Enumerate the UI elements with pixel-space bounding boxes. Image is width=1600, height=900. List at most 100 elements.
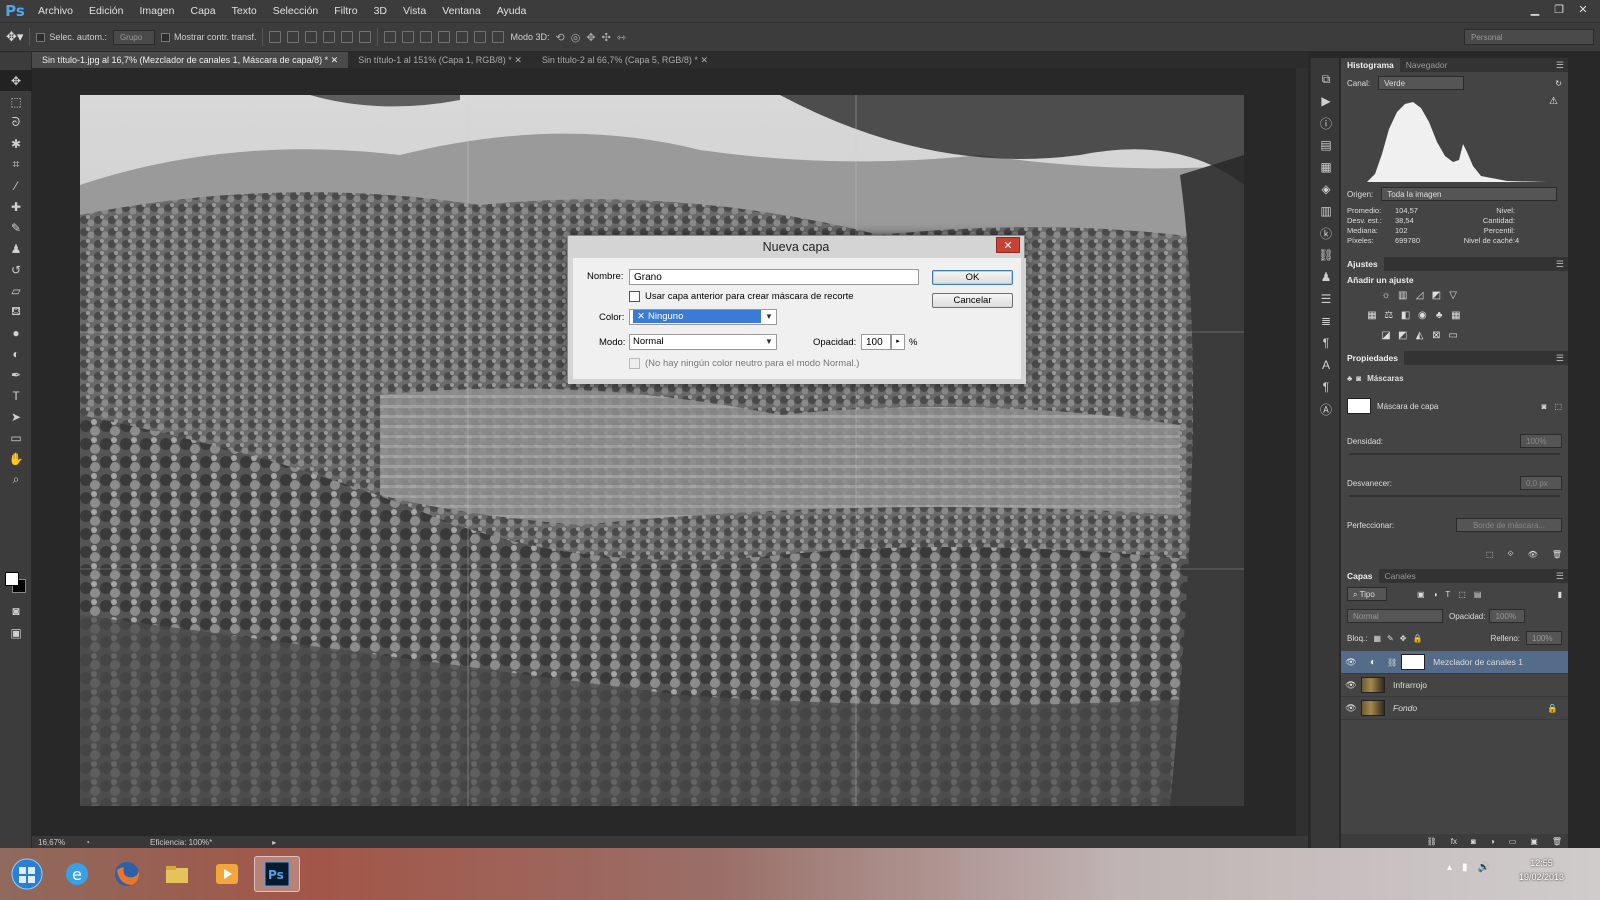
history-brush-tool-icon[interactable]: ↺ xyxy=(0,259,32,280)
clone-source-panel-icon[interactable]: ♟ xyxy=(1311,266,1341,288)
mode-dropdown[interactable]: Normal ▼ xyxy=(629,334,777,350)
filter-smart-object-icon[interactable]: ▤ xyxy=(1474,590,1482,599)
move-tool-icon[interactable]: ✥ xyxy=(0,70,32,91)
workspace-dropdown[interactable]: Personal xyxy=(1464,29,1594,45)
paragraph-panel-icon[interactable]: ¶ xyxy=(1311,332,1341,354)
distribute-hcenter-icon[interactable] xyxy=(456,31,469,43)
curves-icon[interactable]: ◿ xyxy=(1413,289,1427,301)
measurement-panel-icon[interactable]: ▥ xyxy=(1311,200,1341,222)
levels-icon[interactable]: ▥ xyxy=(1396,289,1410,301)
character-styles-panel-icon[interactable]: Ⓐ xyxy=(1311,398,1341,420)
notes-panel-icon[interactable]: ▤ xyxy=(1311,134,1341,156)
brightness-contrast-icon[interactable]: ☼ xyxy=(1379,289,1393,301)
posterize-icon[interactable]: ◩ xyxy=(1396,329,1410,341)
taskbar-clock[interactable]: 12:55 19/02/2013 xyxy=(1519,856,1564,884)
auto-select-checkbox[interactable] xyxy=(36,32,46,42)
dodge-tool-icon[interactable]: ◐ xyxy=(0,343,32,364)
healing-brush-tool-icon[interactable]: ✚ xyxy=(0,196,32,217)
restore-icon[interactable]: ❐ xyxy=(1548,0,1570,18)
align-bottom-icon[interactable] xyxy=(305,31,318,43)
history-panel-icon[interactable]: ⧉ xyxy=(1311,68,1341,90)
timeline-panel-icon[interactable]: ≣ xyxy=(1311,310,1341,332)
color-lookup-icon[interactable]: ▦ xyxy=(1449,309,1463,321)
close-tab-icon[interactable]: ✕ xyxy=(700,55,708,65)
lock-pixels-icon[interactable]: ✎ xyxy=(1387,634,1394,643)
vibrance-icon[interactable]: ▽ xyxy=(1446,289,1460,301)
menu-archivo[interactable]: Archivo xyxy=(30,0,81,22)
lock-transparent-icon[interactable]: ▦ xyxy=(1373,634,1381,643)
photo-filter-icon[interactable]: ◉ xyxy=(1415,309,1429,321)
tab-layers[interactable]: Capas xyxy=(1341,569,1379,583)
source-dropdown[interactable]: Toda la imagen xyxy=(1381,187,1558,201)
menu-seleccion[interactable]: Selección xyxy=(265,0,327,22)
fill-field[interactable]: 100% xyxy=(1526,631,1562,645)
distribute-top-icon[interactable] xyxy=(384,31,397,43)
canvas-scrollbar[interactable] xyxy=(1296,68,1308,836)
threshold-icon[interactable]: ◭ xyxy=(1413,329,1427,341)
tab-channels[interactable]: Canales xyxy=(1379,569,1422,583)
cancel-button[interactable]: Cancelar xyxy=(932,293,1013,308)
pen-tool-icon[interactable]: ✒ xyxy=(0,364,32,385)
black-white-icon[interactable]: ◧ xyxy=(1399,309,1413,321)
filter-toggle-icon[interactable]: ▮ xyxy=(1558,590,1562,599)
3d-pan-icon[interactable]: ✥ xyxy=(586,31,595,44)
invert-icon[interactable]: ◪ xyxy=(1379,329,1393,341)
opacity-input[interactable] xyxy=(861,334,891,350)
panel-menu-icon[interactable]: ☰ xyxy=(1556,353,1564,364)
auto-align-icon[interactable] xyxy=(492,31,505,43)
close-tab-icon[interactable]: ✕ xyxy=(331,55,339,65)
selective-color-icon[interactable]: ⊠ xyxy=(1429,329,1443,341)
menu-capa[interactable]: Capa xyxy=(183,0,224,22)
firefox-icon[interactable] xyxy=(104,856,150,892)
blend-mode-dropdown[interactable]: Normal xyxy=(1347,609,1443,623)
crop-tool-icon[interactable]: ⌗ xyxy=(0,154,32,175)
tool-presets-panel-icon[interactable]: ☰ xyxy=(1311,288,1341,310)
menu-filtro[interactable]: Filtro xyxy=(326,0,365,22)
media-player-icon[interactable] xyxy=(204,856,250,892)
actions-panel-icon[interactable]: ▶ xyxy=(1311,90,1341,112)
menu-ayuda[interactable]: Ayuda xyxy=(489,0,535,22)
3d-roll-icon[interactable]: ◎ xyxy=(571,31,581,44)
gradient-map-icon[interactable]: ▭ xyxy=(1446,329,1460,341)
mask-thumbnail[interactable] xyxy=(1347,398,1371,414)
link-icon[interactable]: ⛓ xyxy=(1387,658,1397,667)
doc-info-icon[interactable]: ◔ xyxy=(85,838,90,847)
distribute-vcenter-icon[interactable] xyxy=(402,31,415,43)
kuler-panel-icon[interactable]: ⓚ xyxy=(1311,222,1341,244)
close-tab-icon[interactable]: ✕ xyxy=(514,55,522,65)
menu-3d[interactable]: 3D xyxy=(366,0,395,22)
shape-tool-icon[interactable]: ▭ xyxy=(0,427,32,448)
eyedropper-tool-icon[interactable]: ⁄ xyxy=(0,175,32,196)
align-vcenter-icon[interactable] xyxy=(287,31,300,43)
close-icon[interactable]: ✕ xyxy=(996,237,1020,253)
layer-row[interactable]: 👁 Infrarrojo xyxy=(1341,674,1568,697)
file-explorer-icon[interactable] xyxy=(154,856,200,892)
exposure-icon[interactable]: ◩ xyxy=(1429,289,1443,301)
tab-document-2[interactable]: Sin título-1 al 151% (Capa 1, RGB/8) * ✕ xyxy=(348,52,532,68)
visibility-eye-icon[interactable]: 👁 xyxy=(1341,680,1361,691)
quick-selection-tool-icon[interactable]: ✱ xyxy=(0,133,32,154)
tray-arrow-icon[interactable]: ▴ xyxy=(1447,862,1452,873)
hand-tool-icon[interactable]: ✋ xyxy=(0,448,32,469)
opacity-slider-arrow-icon[interactable]: ▸ xyxy=(891,334,905,350)
auto-select-target-dropdown[interactable]: Grupo xyxy=(112,29,155,45)
lock-all-icon[interactable]: 🔒 xyxy=(1412,634,1422,643)
density-field[interactable]: 100% xyxy=(1520,434,1562,448)
tab-properties[interactable]: Propiedades xyxy=(1341,351,1405,365)
align-hcenter-icon[interactable] xyxy=(341,31,354,43)
3d-panel-icon[interactable]: ◈ xyxy=(1311,178,1341,200)
photoshop-taskbar-icon[interactable]: Ps xyxy=(254,856,300,892)
delete-layer-icon[interactable]: 🗑 xyxy=(1552,837,1562,846)
3d-slide-icon[interactable]: ✣ xyxy=(602,31,611,44)
feather-slider[interactable] xyxy=(1349,495,1560,497)
distribute-left-icon[interactable] xyxy=(438,31,451,43)
zoom-tool-icon[interactable]: ⌕ xyxy=(0,469,32,490)
lock-position-icon[interactable]: ✥ xyxy=(1400,634,1407,643)
tab-adjustments[interactable]: Ajustes xyxy=(1341,257,1384,271)
align-top-icon[interactable] xyxy=(269,31,282,43)
layer-filter-dropdown[interactable]: ⌕ Tipo xyxy=(1347,587,1387,601)
cache-warning-icon[interactable]: ⚠ xyxy=(1549,96,1558,107)
channel-mixer-icon[interactable]: ♣ xyxy=(1432,309,1446,321)
menu-vista[interactable]: Vista xyxy=(395,0,434,22)
lasso-tool-icon[interactable]: ᘐ xyxy=(0,112,32,133)
